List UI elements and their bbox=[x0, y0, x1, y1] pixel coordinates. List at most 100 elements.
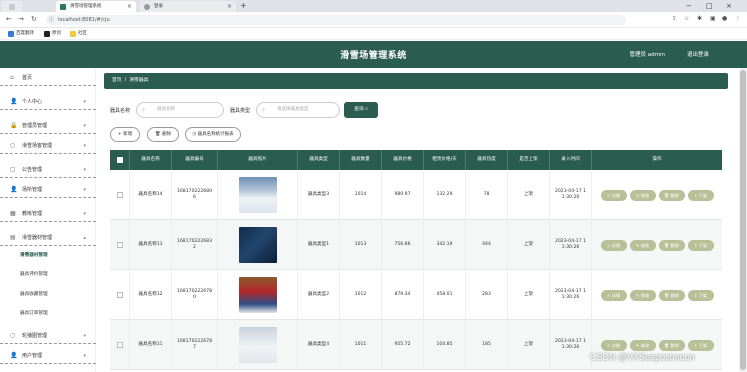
cell-qty: 1014 bbox=[340, 170, 382, 220]
reload-icon[interactable]: ↻ bbox=[31, 15, 37, 23]
cell-type: 器具类型1 bbox=[298, 220, 340, 270]
sidebar: ⌂ 首页 👤 个人中心 ▾ 🔒 管理员管理 ▾ ○ 滑雪场客管理 ▾ ▢ 公告管理 ▾ 👤 场所管理… bbox=[0, 68, 96, 372]
detail-button[interactable]: ☉ 详情 bbox=[600, 289, 627, 301]
edit-button[interactable]: ✎ 修改 bbox=[629, 189, 656, 201]
unshelve-button[interactable]: ⇩ 下架 bbox=[687, 339, 714, 351]
close-tab-icon[interactable]: × bbox=[227, 1, 232, 12]
edit-button[interactable]: ✎ 修改 bbox=[629, 339, 656, 351]
row-checkbox[interactable] bbox=[116, 342, 123, 348]
chevron-down-icon: ▾ bbox=[83, 123, 86, 129]
sidebar-item-users[interactable]: 👤 用户管理 ▾ bbox=[0, 348, 96, 364]
row-checkbox[interactable] bbox=[116, 242, 123, 248]
url-field[interactable]: ⓘ localhost:8081/#/cju bbox=[46, 15, 626, 25]
unshelve-button[interactable]: ⇩ 下架 bbox=[687, 189, 714, 201]
user-icon: 👤 bbox=[10, 186, 18, 193]
bookmark-item[interactable]: 原创 bbox=[44, 30, 61, 38]
type-select[interactable]: ⌕ 请选择器具类型 bbox=[256, 102, 340, 118]
cell-heat: 78 bbox=[466, 170, 508, 220]
close-window-icon[interactable]: × bbox=[726, 0, 732, 12]
cell-time: 2023-04-17 11:30:26 bbox=[550, 170, 592, 220]
address-bar: ← → ↻ ⓘ localhost:8081/#/cju ⇪ ☆ ✱ ▣ ● ⋮ bbox=[0, 12, 747, 28]
forward-icon[interactable]: → bbox=[18, 15, 24, 23]
col-header: 器具数量 bbox=[340, 150, 382, 170]
folder-icon: ▤ bbox=[10, 234, 16, 241]
row-checkbox-cell bbox=[110, 220, 130, 270]
delete-button[interactable]: 🗑 删除 bbox=[147, 127, 179, 142]
sidebar-item-carousel[interactable]: ○ 轮播图管理 ▾ bbox=[0, 328, 96, 344]
row-checkbox[interactable] bbox=[116, 292, 123, 298]
detail-button[interactable]: ☉ 详情 bbox=[600, 339, 627, 351]
photo-ski-gear bbox=[238, 227, 277, 263]
globe-icon bbox=[144, 4, 150, 10]
delete-row-button[interactable]: 🗑 删除 bbox=[658, 289, 685, 301]
browser-tab-app[interactable]: 滑雪场管理系统 × bbox=[56, 1, 136, 12]
cell-price: 980.97 bbox=[382, 170, 424, 220]
browser-tab-blank[interactable] bbox=[2, 1, 22, 12]
sidebar-item-notices[interactable]: ▢ 公告管理 ▾ bbox=[0, 162, 96, 178]
star-icon[interactable]: ☆ bbox=[684, 15, 689, 22]
edit-button[interactable]: ✎ 修改 bbox=[629, 239, 656, 251]
row-checkbox-cell bbox=[110, 320, 130, 370]
table-header: 器具名称 器具编号 器具照片 器具类型 器具数量 器具价格 租赁价格/天 器具热… bbox=[110, 150, 722, 170]
grid-icon: ▦ bbox=[10, 210, 16, 217]
sidebar-subitem-favorites[interactable]: 器具收藏管理 bbox=[0, 287, 96, 303]
delete-row-button[interactable]: 🗑 删除 bbox=[658, 239, 685, 251]
scrollbar-thumb[interactable] bbox=[740, 70, 746, 370]
cell-qty: 1011 bbox=[340, 320, 382, 370]
sidebar-item-equipment[interactable]: ▤ 滑雪器材管理 ▴ bbox=[0, 230, 96, 246]
info-icon: ⓘ bbox=[49, 17, 55, 23]
report-button[interactable]: ◷ 器具名称统计报表 bbox=[185, 127, 241, 142]
col-header: 器具类型 bbox=[298, 150, 340, 170]
add-button[interactable]: + 新增 bbox=[110, 127, 140, 142]
sidebar-subitem-reviews[interactable]: 器具评价管理 bbox=[0, 267, 96, 283]
extension-icon[interactable]: ✱ bbox=[697, 15, 702, 22]
bookmark-item[interactable]: 百度翻译 bbox=[8, 30, 34, 38]
name-search-input[interactable]: ⌕ 器具名称 bbox=[136, 102, 224, 118]
photo-cell bbox=[218, 220, 298, 270]
row-checkbox[interactable] bbox=[116, 192, 123, 198]
sidebar-item-home[interactable]: ⌂ 首页 bbox=[0, 70, 96, 86]
current-user: 管理员 admin bbox=[629, 52, 665, 58]
browser-tab-login[interactable]: 登录 × bbox=[140, 1, 236, 12]
edit-button[interactable]: ✎ 修改 bbox=[629, 289, 656, 301]
logout-link[interactable]: 退出登录 bbox=[687, 50, 709, 58]
unshelve-button[interactable]: ⇩ 下架 bbox=[687, 239, 714, 251]
chevron-down-icon: ▾ bbox=[83, 143, 86, 149]
new-tab-button[interactable]: + bbox=[240, 0, 247, 12]
detail-button[interactable]: ☉ 详情 bbox=[600, 239, 627, 251]
select-all-checkbox[interactable] bbox=[110, 150, 130, 170]
col-header: 器具价格 bbox=[382, 150, 424, 170]
cell-time: 2023-04-17 11:30:26 bbox=[550, 220, 592, 270]
detail-button[interactable]: ☉ 详情 bbox=[600, 189, 627, 201]
user-icon: 👤 bbox=[10, 352, 18, 359]
cell-price: 756.86 bbox=[382, 220, 424, 270]
unshelve-button[interactable]: ⇩ 下架 bbox=[687, 289, 714, 301]
sidebar-subitem-equipment[interactable]: 滑雪器材管理 bbox=[0, 248, 96, 264]
circle-icon: ○ bbox=[10, 142, 16, 149]
sidebar-item-coaches[interactable]: ▦ 教练管理 ▾ bbox=[0, 206, 96, 222]
sidebar-item-visitors[interactable]: ○ 滑雪场客管理 ▾ bbox=[0, 138, 96, 154]
page-scrollbar[interactable] bbox=[739, 68, 747, 372]
sidebar-item-profile[interactable]: 👤 个人中心 ▾ bbox=[0, 94, 96, 110]
bookmark-item[interactable]: 社区 bbox=[70, 30, 87, 38]
sidebar-subitem-orders[interactable]: 器具订单管理 bbox=[0, 306, 96, 322]
chevron-down-icon: ▾ bbox=[83, 353, 86, 359]
sidebar-item-admins[interactable]: 🔒 管理员管理 ▾ bbox=[0, 118, 96, 134]
close-tab-icon[interactable]: × bbox=[127, 1, 132, 12]
search-button[interactable]: 查询 ⌕ bbox=[344, 102, 378, 118]
chevron-down-icon: ▾ bbox=[83, 187, 86, 193]
app-header: 滑雪场管理系统 管理员 admin 退出登录 bbox=[0, 41, 747, 68]
back-icon[interactable]: ← bbox=[6, 15, 12, 23]
profile-icon[interactable]: ● bbox=[722, 15, 727, 22]
sidebar-item-venues[interactable]: 👤 场所管理 ▾ bbox=[0, 182, 96, 198]
menu-icon[interactable]: ⋮ bbox=[735, 15, 741, 22]
maximize-icon[interactable]: □ bbox=[706, 0, 713, 12]
share-icon[interactable]: ⇪ bbox=[672, 15, 677, 22]
minimize-icon[interactable]: − bbox=[686, 0, 692, 12]
breadcrumb-current: 滑雪器具 bbox=[129, 78, 149, 83]
delete-row-button[interactable]: 🗑 删除 bbox=[658, 339, 685, 351]
delete-row-button[interactable]: 🗑 删除 bbox=[658, 189, 685, 201]
breadcrumb-home[interactable]: 首页 bbox=[112, 78, 122, 83]
sidebar-icon[interactable]: ▣ bbox=[710, 15, 716, 22]
col-header: 器具名称 bbox=[130, 150, 172, 170]
